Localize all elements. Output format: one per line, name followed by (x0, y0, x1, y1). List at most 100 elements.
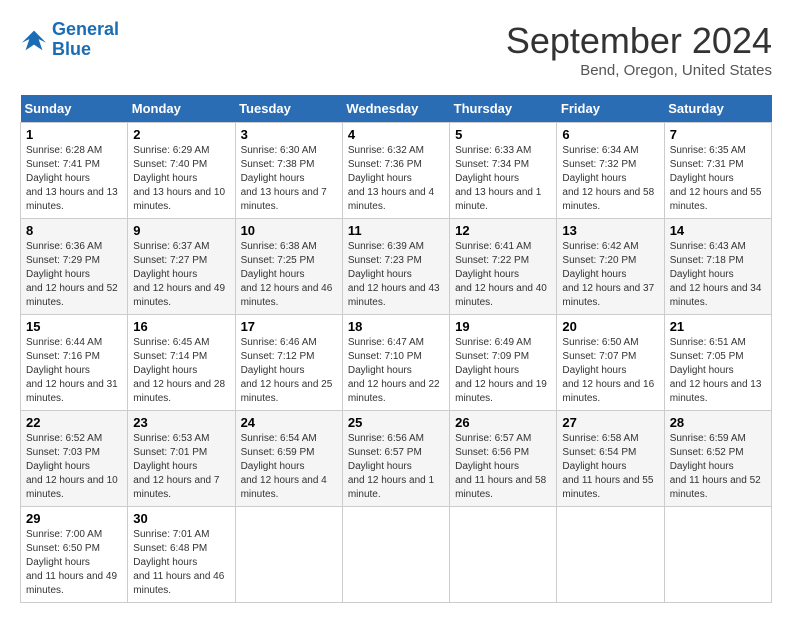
calendar-cell: 26 Sunrise: 6:57 AM Sunset: 6:56 PM Dayl… (450, 411, 557, 507)
day-info: Sunrise: 7:00 AM Sunset: 6:50 PM Dayligh… (26, 528, 122, 598)
day-info: Sunrise: 6:54 AM Sunset: 6:59 PM Dayligh… (241, 432, 337, 502)
day-info: Sunrise: 6:59 AM Sunset: 6:52 PM Dayligh… (670, 432, 766, 502)
day-info: Sunrise: 6:45 AM Sunset: 7:14 PM Dayligh… (133, 336, 229, 406)
calendar-cell: 7 Sunrise: 6:35 AM Sunset: 7:31 PM Dayli… (664, 123, 771, 219)
calendar-cell (450, 507, 557, 603)
calendar-cell: 24 Sunrise: 6:54 AM Sunset: 6:59 PM Dayl… (235, 411, 342, 507)
calendar-cell: 5 Sunrise: 6:33 AM Sunset: 7:34 PM Dayli… (450, 123, 557, 219)
day-header-wednesday: Wednesday (342, 95, 449, 123)
day-info: Sunrise: 6:35 AM Sunset: 7:31 PM Dayligh… (670, 144, 766, 214)
title-block: September 2024 Bend, Oregon, United Stat… (506, 20, 772, 79)
calendar-cell: 29 Sunrise: 7:00 AM Sunset: 6:50 PM Dayl… (21, 507, 128, 603)
calendar-table: SundayMondayTuesdayWednesdayThursdayFrid… (20, 95, 772, 603)
day-info: Sunrise: 6:32 AM Sunset: 7:36 PM Dayligh… (348, 144, 444, 214)
day-info: Sunrise: 6:37 AM Sunset: 7:27 PM Dayligh… (133, 240, 229, 310)
day-header-tuesday: Tuesday (235, 95, 342, 123)
calendar-cell: 4 Sunrise: 6:32 AM Sunset: 7:36 PM Dayli… (342, 123, 449, 219)
day-info: Sunrise: 6:28 AM Sunset: 7:41 PM Dayligh… (26, 144, 122, 214)
day-info: Sunrise: 6:38 AM Sunset: 7:25 PM Dayligh… (241, 240, 337, 310)
calendar-cell: 6 Sunrise: 6:34 AM Sunset: 7:32 PM Dayli… (557, 123, 664, 219)
calendar-cell: 16 Sunrise: 6:45 AM Sunset: 7:14 PM Dayl… (128, 315, 235, 411)
logo-text: General Blue (52, 20, 119, 60)
calendar-cell (664, 507, 771, 603)
day-number: 20 (562, 319, 658, 334)
calendar-cell: 27 Sunrise: 6:58 AM Sunset: 6:54 PM Dayl… (557, 411, 664, 507)
day-number: 23 (133, 415, 229, 430)
day-info: Sunrise: 6:58 AM Sunset: 6:54 PM Dayligh… (562, 432, 658, 502)
day-info: Sunrise: 6:46 AM Sunset: 7:12 PM Dayligh… (241, 336, 337, 406)
day-header-thursday: Thursday (450, 95, 557, 123)
day-number: 22 (26, 415, 122, 430)
calendar-cell: 19 Sunrise: 6:49 AM Sunset: 7:09 PM Dayl… (450, 315, 557, 411)
day-number: 15 (26, 319, 122, 334)
calendar-cell: 14 Sunrise: 6:43 AM Sunset: 7:18 PM Dayl… (664, 219, 771, 315)
calendar-cell: 20 Sunrise: 6:50 AM Sunset: 7:07 PM Dayl… (557, 315, 664, 411)
day-number: 16 (133, 319, 229, 334)
calendar-cell: 23 Sunrise: 6:53 AM Sunset: 7:01 PM Dayl… (128, 411, 235, 507)
day-info: Sunrise: 6:50 AM Sunset: 7:07 PM Dayligh… (562, 336, 658, 406)
day-info: Sunrise: 6:47 AM Sunset: 7:10 PM Dayligh… (348, 336, 444, 406)
day-info: Sunrise: 7:01 AM Sunset: 6:48 PM Dayligh… (133, 528, 229, 598)
calendar-cell: 12 Sunrise: 6:41 AM Sunset: 7:22 PM Dayl… (450, 219, 557, 315)
calendar-cell: 10 Sunrise: 6:38 AM Sunset: 7:25 PM Dayl… (235, 219, 342, 315)
day-number: 9 (133, 223, 229, 238)
day-info: Sunrise: 6:52 AM Sunset: 7:03 PM Dayligh… (26, 432, 122, 502)
day-info: Sunrise: 6:44 AM Sunset: 7:16 PM Dayligh… (26, 336, 122, 406)
day-number: 25 (348, 415, 444, 430)
day-info: Sunrise: 6:49 AM Sunset: 7:09 PM Dayligh… (455, 336, 551, 406)
day-number: 7 (670, 127, 766, 142)
day-number: 24 (241, 415, 337, 430)
day-info: Sunrise: 6:42 AM Sunset: 7:20 PM Dayligh… (562, 240, 658, 310)
day-number: 12 (455, 223, 551, 238)
day-number: 19 (455, 319, 551, 334)
day-number: 21 (670, 319, 766, 334)
day-number: 14 (670, 223, 766, 238)
day-header-monday: Monday (128, 95, 235, 123)
calendar-cell: 15 Sunrise: 6:44 AM Sunset: 7:16 PM Dayl… (21, 315, 128, 411)
day-number: 28 (670, 415, 766, 430)
day-number: 17 (241, 319, 337, 334)
calendar-cell: 8 Sunrise: 6:36 AM Sunset: 7:29 PM Dayli… (21, 219, 128, 315)
day-number: 27 (562, 415, 658, 430)
calendar-cell: 13 Sunrise: 6:42 AM Sunset: 7:20 PM Dayl… (557, 219, 664, 315)
calendar-cell: 22 Sunrise: 6:52 AM Sunset: 7:03 PM Dayl… (21, 411, 128, 507)
day-number: 1 (26, 127, 122, 142)
calendar-cell: 18 Sunrise: 6:47 AM Sunset: 7:10 PM Dayl… (342, 315, 449, 411)
calendar-cell: 21 Sunrise: 6:51 AM Sunset: 7:05 PM Dayl… (664, 315, 771, 411)
calendar-cell (235, 507, 342, 603)
calendar-cell: 3 Sunrise: 6:30 AM Sunset: 7:38 PM Dayli… (235, 123, 342, 219)
day-info: Sunrise: 6:36 AM Sunset: 7:29 PM Dayligh… (26, 240, 122, 310)
logo-line2: Blue (52, 39, 91, 59)
day-info: Sunrise: 6:39 AM Sunset: 7:23 PM Dayligh… (348, 240, 444, 310)
month-title: September 2024 (506, 20, 772, 62)
day-info: Sunrise: 6:41 AM Sunset: 7:22 PM Dayligh… (455, 240, 551, 310)
day-number: 26 (455, 415, 551, 430)
day-info: Sunrise: 6:33 AM Sunset: 7:34 PM Dayligh… (455, 144, 551, 214)
day-number: 30 (133, 511, 229, 526)
day-number: 6 (562, 127, 658, 142)
location-subtitle: Bend, Oregon, United States (506, 62, 772, 79)
day-number: 11 (348, 223, 444, 238)
day-info: Sunrise: 6:57 AM Sunset: 6:56 PM Dayligh… (455, 432, 551, 502)
calendar-cell: 9 Sunrise: 6:37 AM Sunset: 7:27 PM Dayli… (128, 219, 235, 315)
day-number: 18 (348, 319, 444, 334)
day-info: Sunrise: 6:53 AM Sunset: 7:01 PM Dayligh… (133, 432, 229, 502)
day-info: Sunrise: 6:51 AM Sunset: 7:05 PM Dayligh… (670, 336, 766, 406)
calendar-cell: 11 Sunrise: 6:39 AM Sunset: 7:23 PM Dayl… (342, 219, 449, 315)
day-info: Sunrise: 6:43 AM Sunset: 7:18 PM Dayligh… (670, 240, 766, 310)
day-number: 4 (348, 127, 444, 142)
day-info: Sunrise: 6:56 AM Sunset: 6:57 PM Dayligh… (348, 432, 444, 502)
day-header-saturday: Saturday (664, 95, 771, 123)
calendar-cell (342, 507, 449, 603)
day-number: 5 (455, 127, 551, 142)
day-number: 3 (241, 127, 337, 142)
logo-line1: General (52, 19, 119, 39)
calendar-cell: 2 Sunrise: 6:29 AM Sunset: 7:40 PM Dayli… (128, 123, 235, 219)
calendar-cell: 1 Sunrise: 6:28 AM Sunset: 7:41 PM Dayli… (21, 123, 128, 219)
calendar-cell: 17 Sunrise: 6:46 AM Sunset: 7:12 PM Dayl… (235, 315, 342, 411)
page-header: General Blue September 2024 Bend, Oregon… (20, 20, 772, 79)
day-info: Sunrise: 6:34 AM Sunset: 7:32 PM Dayligh… (562, 144, 658, 214)
calendar-cell: 28 Sunrise: 6:59 AM Sunset: 6:52 PM Dayl… (664, 411, 771, 507)
day-header-friday: Friday (557, 95, 664, 123)
day-header-sunday: Sunday (21, 95, 128, 123)
